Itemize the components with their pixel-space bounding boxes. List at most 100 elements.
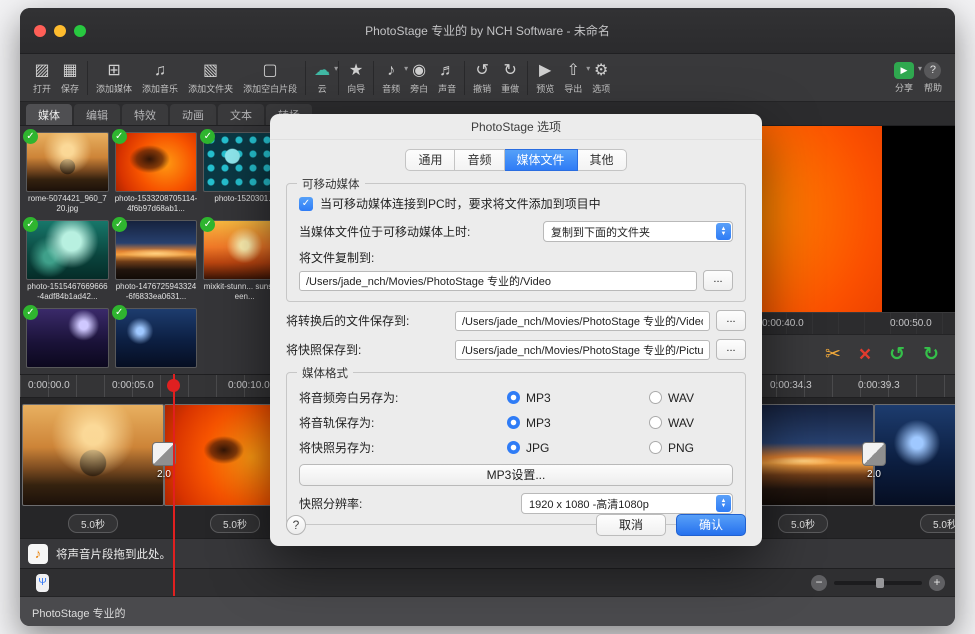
radio-selected-icon[interactable]: [507, 441, 520, 454]
group-label: 可移动媒体: [297, 176, 365, 192]
resolution-row: 快照分辨率: 1920 x 1080 -高清1080p ▲▼: [299, 493, 733, 514]
zoom-button[interactable]: [74, 25, 86, 37]
media-item[interactable]: ✓: [26, 308, 109, 374]
snapshot-png-option[interactable]: PNG: [649, 441, 694, 455]
tab-other[interactable]: 其他: [578, 149, 627, 171]
help-button[interactable]: ?帮助: [919, 56, 947, 100]
narration-track[interactable]: Ψ − +: [20, 568, 955, 596]
radio-icon[interactable]: [649, 441, 662, 454]
tab-animation[interactable]: 动画: [170, 104, 216, 125]
browse-copy-button[interactable]: ...: [703, 270, 733, 291]
transition-icon[interactable]: [862, 442, 886, 466]
narration-mp3-option[interactable]: MP3: [507, 391, 649, 405]
add-blank-clip-button[interactable]: ▢添加空白片段: [238, 56, 302, 100]
audiotrack-wav-option[interactable]: WAV: [649, 416, 694, 430]
dialog-help-button[interactable]: ?: [286, 515, 306, 535]
app-window: PhotoStage 专业的 by NCH Software - 未命名 ▨打开…: [20, 8, 955, 626]
minimize-button[interactable]: [54, 25, 66, 37]
media-item[interactable]: ✓ photo-1533208705114-4f6b97d68ab1...: [115, 132, 198, 214]
zoom-slider-handle[interactable]: [876, 578, 884, 588]
export-button[interactable]: ▾⇧导出: [559, 56, 587, 100]
tab-media[interactable]: 媒体: [26, 104, 72, 125]
audiotrack-mp3-option[interactable]: MP3: [507, 416, 649, 430]
timeline-clip[interactable]: [874, 404, 955, 506]
media-item[interactable]: ✓ photo-1515467669666-4adf84b1ad42...: [26, 220, 109, 302]
delete-clip-button[interactable]: ×: [859, 346, 871, 364]
timeline-undo-button[interactable]: ↺: [889, 343, 905, 366]
removable-media-dropdown[interactable]: 复制到下面的文件夹 ▲▼: [543, 221, 733, 242]
snapshot-jpg-option[interactable]: JPG: [507, 441, 649, 455]
check-icon: ✓: [23, 217, 38, 232]
add-media-button[interactable]: ⊞添加媒体: [91, 56, 137, 100]
radio-selected-icon[interactable]: [507, 391, 520, 404]
resolution-dropdown[interactable]: 1920 x 1080 -高清1080p ▲▼: [521, 493, 733, 514]
clip-duration-badge: 5.0秒: [22, 514, 164, 533]
timecode-label: 0:00:40.0: [762, 318, 804, 329]
audio-drop-hint: 将声音片段拖到此处。: [56, 546, 171, 562]
cloud-button[interactable]: ▾☁云: [309, 56, 335, 100]
playhead[interactable]: [173, 374, 175, 596]
zoom-out-button[interactable]: −: [811, 575, 827, 591]
narration-button[interactable]: ◉旁白: [405, 56, 433, 100]
check-icon: ✓: [23, 305, 38, 320]
media-item[interactable]: ✓ rome-5074421_960_720.jpg: [26, 132, 109, 214]
copy-to-field[interactable]: [299, 271, 697, 291]
cancel-button[interactable]: 取消: [596, 514, 666, 536]
check-icon: ✓: [112, 217, 127, 232]
snapshot-folder-field[interactable]: [455, 340, 710, 360]
save-button[interactable]: ▦保存: [56, 56, 84, 100]
radio-icon[interactable]: [649, 391, 662, 404]
photo-thumbnail: [26, 132, 109, 192]
media-item[interactable]: ✓ photo-1476725943324-6f6833ea0631...: [115, 220, 198, 302]
tab-audio[interactable]: 音频: [455, 149, 504, 171]
tab-general[interactable]: 通用: [405, 149, 455, 171]
split-clip-button[interactable]: ✂: [825, 343, 841, 366]
field-label: 将快照保存到:: [286, 341, 449, 358]
photo-thumbnail: [26, 220, 109, 280]
mp3-settings-button[interactable]: MP3设置...: [299, 464, 733, 486]
options-icon: ⚙: [594, 61, 608, 80]
share-button[interactable]: ▾▶分享: [889, 56, 919, 100]
add-blank-clip-icon: ▢: [263, 61, 278, 80]
browse-converted-button[interactable]: ...: [716, 310, 746, 331]
export-icon: ⇧: [567, 61, 580, 80]
media-item[interactable]: ✓: [115, 308, 198, 374]
confirm-button[interactable]: 确认: [676, 514, 746, 536]
narration-wav-option[interactable]: WAV: [649, 391, 694, 405]
converted-files-field[interactable]: [455, 311, 710, 331]
open-button[interactable]: ▨打开: [28, 56, 56, 100]
media-filename: photo-1533208705114-4f6b97d68ab1...: [115, 194, 198, 214]
close-button[interactable]: [34, 25, 46, 37]
add-music-icon: ♫: [154, 61, 166, 80]
radio-selected-icon[interactable]: [507, 416, 520, 429]
zoom-slider[interactable]: [834, 581, 922, 585]
checkbox-label: 当可移动媒体连接到PC时，要求将文件添加到项目中: [320, 195, 601, 212]
add-folder-button[interactable]: ▧添加文件夹: [183, 56, 238, 100]
tab-text[interactable]: 文本: [218, 104, 264, 125]
zoom-in-button[interactable]: +: [929, 575, 945, 591]
clip-duration-badge: 5.0秒: [874, 514, 955, 533]
toolbar-separator: [338, 61, 339, 95]
options-button[interactable]: ⚙选项: [587, 56, 615, 100]
undo-button[interactable]: ↺撤销: [468, 56, 496, 100]
snapshot-folder-row: 将快照保存到: ...: [286, 339, 746, 360]
radio-icon[interactable]: [649, 416, 662, 429]
group-label: 媒体格式: [297, 365, 353, 381]
wizard-button[interactable]: ★向导: [342, 56, 370, 100]
playhead-handle[interactable]: [167, 379, 180, 392]
tab-edit[interactable]: 编辑: [74, 104, 120, 125]
preview-button[interactable]: ▶预览: [531, 56, 559, 100]
tab-effects[interactable]: 特效: [122, 104, 168, 125]
status-text: PhotoStage 专业的: [32, 605, 126, 621]
pc-connect-checkbox[interactable]: ✓: [299, 197, 313, 211]
timecode-label: 0:00:39.3: [858, 380, 900, 391]
undo-icon: ↺: [475, 61, 488, 80]
sound-button[interactable]: ♬声音: [433, 56, 461, 100]
add-music-button[interactable]: ♫添加音乐: [137, 56, 183, 100]
redo-button[interactable]: ↻重做: [496, 56, 524, 100]
browse-snapshot-button[interactable]: ...: [716, 339, 746, 360]
timeline-clip[interactable]: [22, 404, 164, 506]
tab-media-files[interactable]: 媒体文件: [505, 149, 578, 171]
timeline-redo-button[interactable]: ↻: [923, 343, 939, 366]
audio-button[interactable]: ▾♪音频: [377, 56, 405, 100]
